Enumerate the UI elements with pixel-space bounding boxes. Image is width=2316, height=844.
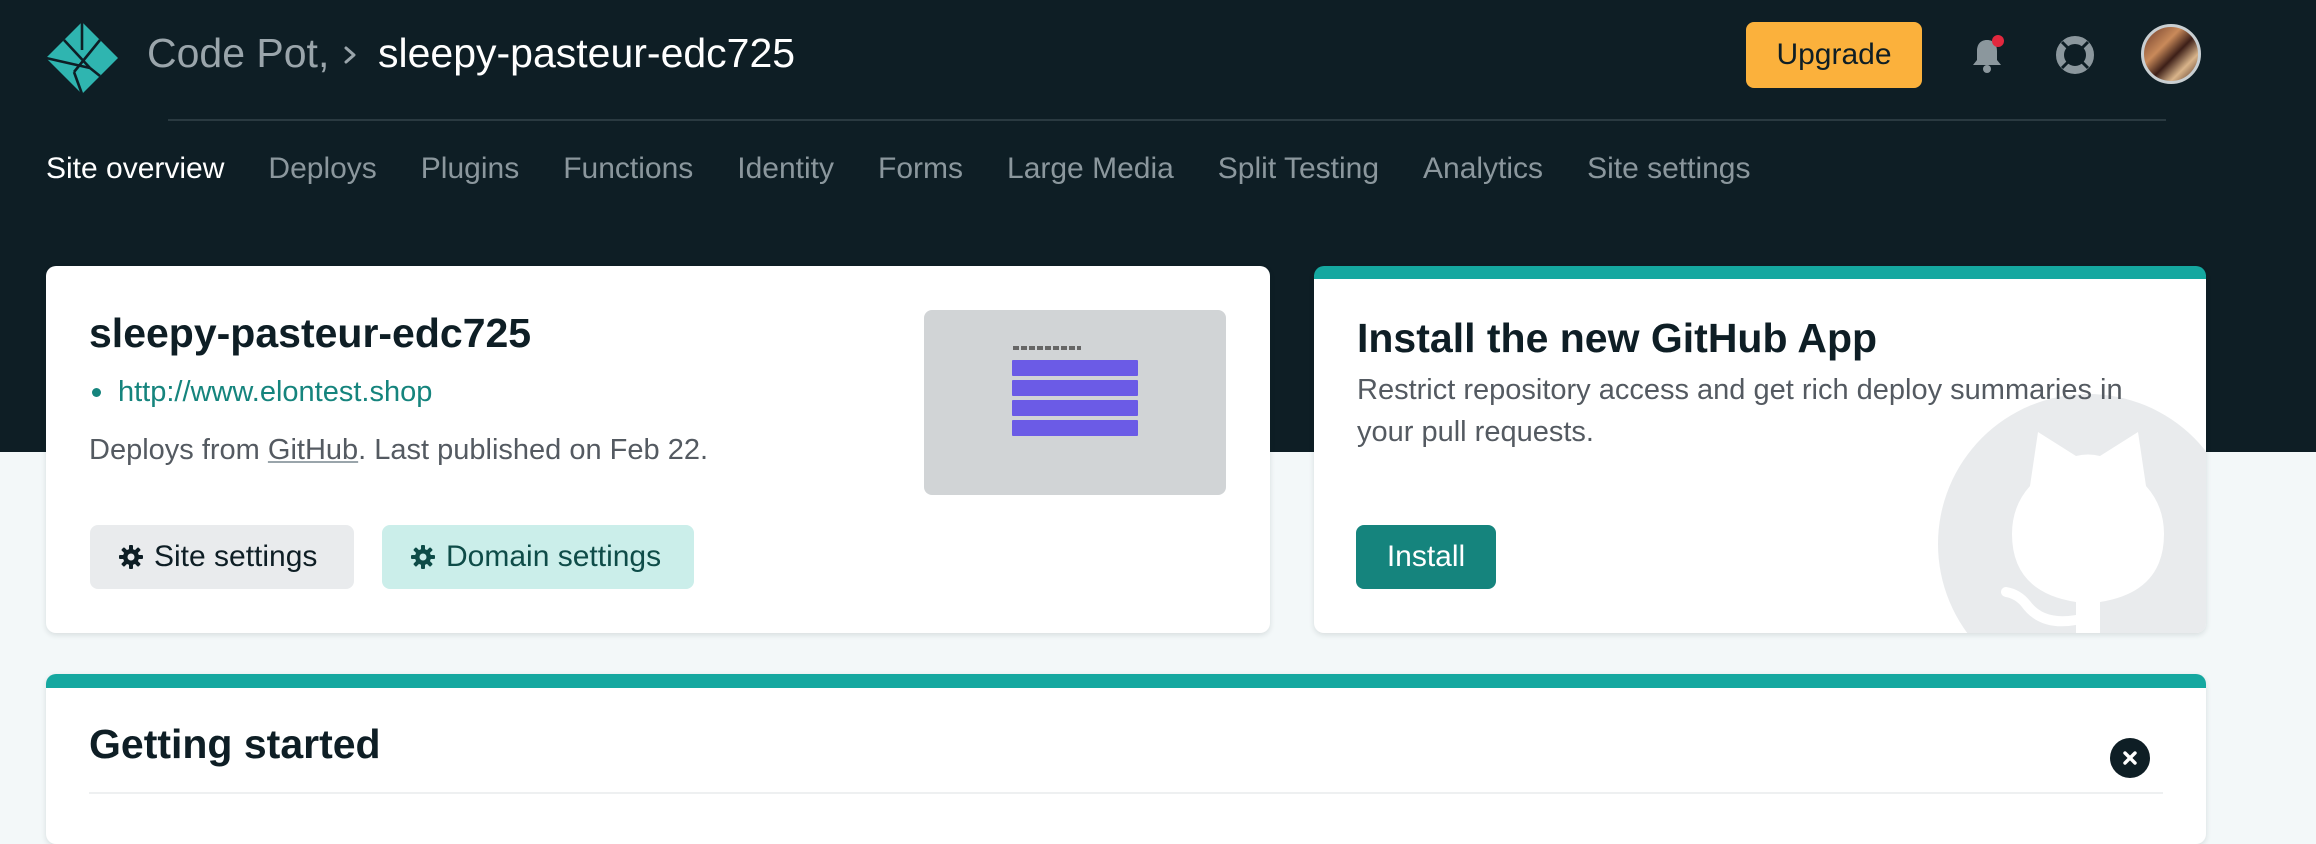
getting-started-title: Getting started (89, 721, 381, 767)
getting-started-card: Getting started (46, 674, 2206, 844)
upgrade-button[interactable]: Upgrade (1746, 22, 1922, 88)
lifebuoy-icon[interactable] (2054, 34, 2096, 76)
site-name: sleepy-pasteur-edc725 (89, 310, 532, 356)
tab-functions[interactable]: Functions (563, 152, 693, 186)
github-link[interactable]: GitHub (268, 434, 358, 466)
preview-bar (1012, 400, 1138, 416)
site-overview-card: sleepy-pasteur-edc725 http://www.elontes… (46, 266, 1270, 633)
netlify-logo-icon[interactable] (44, 20, 120, 96)
deploy-info: Deploys from GitHub. Last published on F… (89, 434, 708, 467)
site-preview-thumbnail[interactable] (924, 310, 1226, 495)
bell-icon[interactable] (1966, 34, 2008, 76)
chevron-right-icon (344, 46, 356, 64)
preview-bar (1012, 360, 1138, 376)
breadcrumb-site[interactable]: sleepy-pasteur-edc725 (378, 30, 795, 77)
github-card-description: Restrict repository access and get rich … (1357, 374, 2123, 448)
close-icon (2123, 751, 2137, 765)
site-settings-button[interactable]: Site settings (90, 525, 354, 589)
header-divider (168, 119, 2166, 121)
list-bullet (92, 388, 101, 397)
tab-site-settings[interactable]: Site settings (1587, 152, 1750, 186)
tab-analytics[interactable]: Analytics (1423, 152, 1543, 186)
user-avatar[interactable] (2141, 24, 2201, 84)
deploy-suffix: . Last published on Feb 22. (358, 434, 709, 466)
domain-settings-button[interactable]: Domain settings (382, 525, 694, 589)
github-card-title: Install the new GitHub App (1357, 315, 1878, 361)
breadcrumb-team[interactable]: Code Pot, (147, 30, 329, 77)
site-nav: Site overview Deploys Plugins Functions … (46, 152, 1794, 186)
install-button[interactable]: Install (1356, 525, 1496, 589)
site-url-link[interactable]: http://www.elontest.shop (118, 376, 432, 409)
tab-forms[interactable]: Forms (878, 152, 963, 186)
tab-plugins[interactable]: Plugins (421, 152, 519, 186)
deploy-prefix: Deploys from (89, 434, 268, 466)
preview-bar (1012, 380, 1138, 396)
section-divider (89, 792, 2163, 794)
close-button[interactable] (2110, 738, 2150, 778)
tab-large-media[interactable]: Large Media (1007, 152, 1174, 186)
gear-icon (411, 545, 435, 569)
tab-deploys[interactable]: Deploys (268, 152, 376, 186)
gear-icon (119, 545, 143, 569)
preview-text-line (1013, 346, 1081, 350)
tab-identity[interactable]: Identity (737, 152, 834, 186)
domain-settings-label: Domain settings (446, 540, 662, 573)
site-settings-label: Site settings (154, 540, 318, 573)
tab-site-overview[interactable]: Site overview (46, 152, 224, 186)
tab-split-testing[interactable]: Split Testing (1218, 152, 1379, 186)
preview-bar (1012, 420, 1138, 436)
github-app-card: Install the new GitHub App Restrict repo… (1314, 266, 2206, 633)
